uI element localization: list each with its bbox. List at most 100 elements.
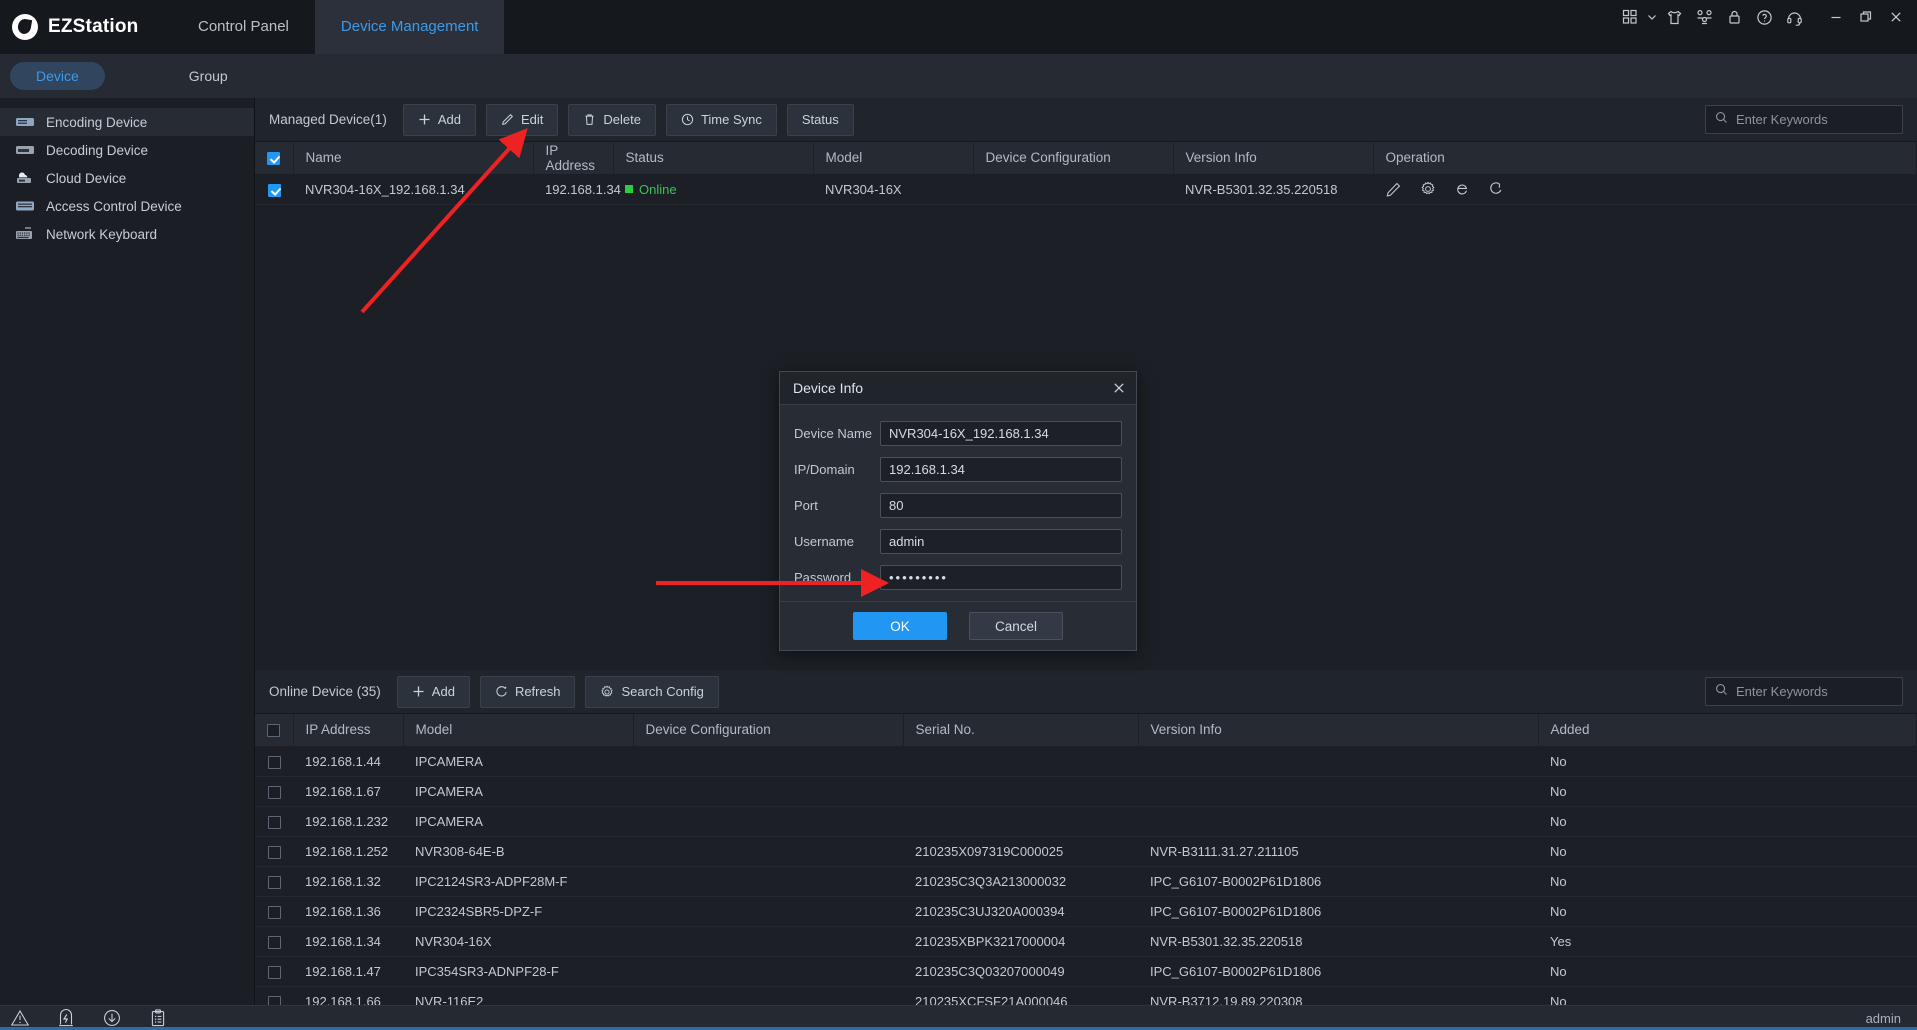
online-refresh-button[interactable]: Refresh [479, 675, 576, 708]
close-icon[interactable] [1881, 0, 1911, 34]
tab-group[interactable]: Group [163, 62, 254, 90]
help-circle-icon[interactable] [1749, 0, 1779, 34]
sidebar-item-decoding-device[interactable]: Decoding Device [0, 136, 254, 164]
sidebar-item-cloud-device[interactable]: Cloud Device [0, 164, 254, 192]
cancel-button[interactable]: Cancel [969, 612, 1063, 640]
column-header-ip-address[interactable]: IP Address [293, 714, 404, 747]
sidebar-item-encoding-device[interactable]: Encoding Device [0, 108, 254, 136]
row-checkbox-cell[interactable] [255, 896, 293, 927]
password-input[interactable]: ••••••••• [880, 565, 1122, 590]
row-checkbox-cell[interactable] [255, 926, 293, 957]
column-header-operation[interactable]: Operation [1373, 142, 1917, 175]
table-row[interactable]: 192.168.1.66 NVR-116E2 210235XCFSF21A00004… [255, 986, 1917, 1005]
row-checkbox[interactable] [267, 183, 281, 197]
managed-edit-button[interactable]: Edit [485, 103, 559, 136]
row-checkbox-cell[interactable] [255, 746, 293, 777]
managed-add-button[interactable]: Add [402, 103, 476, 136]
sidebar-item-network-keyboard[interactable]: Network Keyboard [0, 220, 254, 248]
table-row[interactable]: 192.168.1.232 IPCAMERA No [255, 806, 1917, 837]
button-label: Edit [520, 112, 544, 127]
managed-delete-button[interactable]: Delete [568, 103, 656, 136]
online-device-table: IP Address Model Device Configuration Se… [255, 714, 1917, 1005]
people-group-icon[interactable] [1689, 0, 1719, 34]
table-row[interactable]: 192.168.1.32 IPC2124SR3-ADPF28M-F 210235C3… [255, 866, 1917, 897]
table-row[interactable]: 192.168.1.34 NVR304-16X 210235XBPK32170000… [255, 926, 1917, 957]
column-header-serial-no[interactable]: Serial No. [903, 714, 1139, 747]
alarm-shirt-icon[interactable] [1659, 0, 1689, 34]
table-row[interactable]: 192.168.1.44 IPCAMERA No [255, 746, 1917, 777]
managed-time-sync-button[interactable]: Time Sync [665, 103, 777, 136]
table-row[interactable]: 192.168.1.47 IPC354SR3-ADNPF28-F 210235C3Q… [255, 956, 1917, 987]
row-edit-pencil-icon[interactable] [1385, 181, 1402, 198]
column-header-version-info[interactable]: Version Info [1173, 142, 1374, 175]
row-restart-icon[interactable] [1488, 181, 1504, 197]
select-all-checkbox[interactable] [267, 152, 280, 166]
row-checkbox[interactable] [267, 875, 281, 889]
row-checkbox[interactable] [267, 845, 281, 859]
headset-icon[interactable] [1779, 0, 1809, 34]
row-checkbox[interactable] [267, 755, 281, 769]
row-checkbox-cell[interactable] [255, 174, 293, 205]
row-checkbox-cell[interactable] [255, 776, 293, 807]
column-header-device-configuration[interactable]: Device Configuration [633, 714, 904, 747]
grid-apps-icon[interactable] [1615, 0, 1645, 34]
select-all-checkbox-cell[interactable] [255, 142, 294, 175]
minimize-icon[interactable] [1821, 0, 1851, 34]
ok-button[interactable]: OK [853, 612, 947, 640]
row-checkbox[interactable] [267, 905, 281, 919]
ip-domain-input[interactable]: 192.168.1.34 [880, 457, 1122, 482]
close-icon[interactable] [1112, 381, 1126, 395]
username-input[interactable]: admin [880, 529, 1122, 554]
sidebar-item-access-control-device[interactable]: Access Control Device [0, 192, 254, 220]
column-header-status[interactable]: Status [613, 142, 814, 175]
select-all-checkbox[interactable] [267, 724, 280, 738]
tab-device-management[interactable]: Device Management [314, 0, 505, 54]
cell-device-configuration [633, 926, 903, 957]
column-header-device-configuration[interactable]: Device Configuration [973, 142, 1174, 175]
cell-serial-no: 210235C3Q03207000049 [903, 956, 1138, 987]
row-checkbox-cell[interactable] [255, 836, 293, 867]
column-header-added[interactable]: Added [1538, 714, 1917, 747]
clipboard-list-icon[interactable] [148, 1008, 168, 1028]
column-header-model[interactable]: Model [403, 714, 634, 747]
row-browser-e-icon[interactable] [1454, 181, 1470, 197]
alert-triangle-icon[interactable] [10, 1008, 30, 1028]
row-checkbox-cell[interactable] [255, 806, 293, 837]
chevron-down-icon[interactable] [1645, 0, 1659, 34]
row-checkbox[interactable] [267, 785, 281, 799]
tab-device[interactable]: Device [10, 62, 105, 90]
table-row[interactable]: 192.168.1.36 IPC2324SBR5-DPZ-F 210235C3UJ3… [255, 896, 1917, 927]
column-header-ip-address[interactable]: IP Address [533, 142, 614, 175]
row-gear-icon[interactable] [1420, 181, 1436, 197]
online-add-button[interactable]: Add [396, 675, 470, 708]
row-checkbox[interactable] [267, 815, 281, 829]
port-input[interactable]: 80 [880, 493, 1122, 518]
online-search-input[interactable]: Enter Keywords [1705, 677, 1903, 706]
row-checkbox[interactable] [267, 995, 281, 1005]
managed-search-input[interactable]: Enter Keywords [1705, 105, 1903, 134]
column-header-name[interactable]: Name [293, 142, 534, 175]
row-checkbox[interactable] [267, 965, 281, 979]
row-checkbox-cell[interactable] [255, 986, 293, 1005]
table-row[interactable]: 192.168.1.67 IPCAMERA No [255, 776, 1917, 807]
power-event-icon[interactable] [56, 1008, 76, 1028]
table-row[interactable]: NVR304-16X_192.168.1.34 192.168.1.34 Onl… [255, 174, 1917, 205]
restore-icon[interactable] [1851, 0, 1881, 34]
download-icon[interactable] [102, 1008, 122, 1028]
row-checkbox-cell[interactable] [255, 866, 293, 897]
row-checkbox[interactable] [267, 935, 281, 949]
select-all-checkbox-cell[interactable] [255, 714, 294, 747]
column-header-model[interactable]: Model [813, 142, 974, 175]
online-search-config-button[interactable]: Search Config [585, 675, 719, 708]
cell-added: No [1538, 776, 1917, 807]
cell-version-info [1138, 776, 1538, 807]
device-name-input[interactable]: NVR304-16X_192.168.1.34 [880, 421, 1122, 446]
table-row[interactable]: 192.168.1.252 NVR308-64E-B 210235X097319C0… [255, 836, 1917, 867]
tab-control-panel[interactable]: Control Panel [172, 0, 315, 54]
managed-status-button[interactable]: Status [786, 103, 854, 136]
lock-icon[interactable] [1719, 0, 1749, 34]
row-checkbox-cell[interactable] [255, 956, 293, 987]
column-header-version-info[interactable]: Version Info [1138, 714, 1539, 747]
server-icon [14, 142, 36, 158]
device-info-dialog: Device Info Device Name NVR304-16X_192.1… [779, 371, 1137, 651]
